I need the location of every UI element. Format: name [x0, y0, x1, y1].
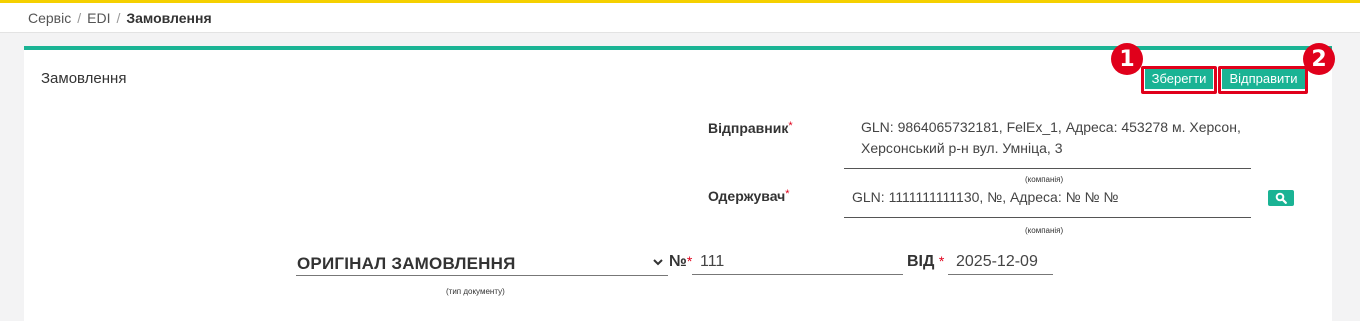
breadcrumb-item-service[interactable]: Сервіс: [28, 10, 71, 26]
receiver-label-text: Одержувач: [708, 188, 786, 204]
breadcrumb-current: Замовлення: [126, 9, 212, 26]
annotation-badge-1: 1: [1111, 43, 1143, 75]
document-type-hint: (тип документу): [446, 287, 505, 296]
receiver-hint: (компанія): [1025, 226, 1064, 235]
required-mark: *: [686, 253, 693, 269]
date-label-text: ВІД: [907, 253, 935, 270]
chevron-down-icon: [653, 259, 663, 266]
number-label: №*: [669, 253, 692, 271]
document-type-underline: [296, 275, 668, 276]
number-underline: [692, 274, 903, 275]
required-mark: *: [785, 188, 790, 200]
document-type-select[interactable]: ОРИГІНАЛ ЗАМОВЛЕННЯ: [297, 254, 667, 276]
annotation-badge-2: 2: [1303, 43, 1335, 75]
sender-underline: [844, 168, 1251, 169]
breadcrumb: Сервіс / EDI / Замовлення: [0, 3, 1360, 33]
send-button[interactable]: Відправити: [1222, 69, 1305, 89]
number-input[interactable]: 111: [700, 253, 724, 271]
required-mark: *: [938, 253, 945, 269]
save-button[interactable]: Зберегти: [1145, 69, 1213, 89]
receiver-label: Одержувач*: [708, 188, 790, 204]
search-icon: [1275, 192, 1287, 204]
date-label: ВІД *: [907, 253, 944, 271]
sender-hint: (компанія): [1025, 175, 1064, 184]
breadcrumb-item-edi[interactable]: EDI: [87, 10, 110, 26]
sender-label-text: Відправник: [708, 120, 789, 136]
sender-line-2: Херсонський р-н вул. Умніца, 3: [861, 140, 1063, 156]
order-panel: Замовлення: [24, 46, 1332, 321]
receiver-field[interactable]: GLN: 1111111111130, №, Адреса: № № №: [852, 187, 1118, 208]
breadcrumb-separator: /: [77, 9, 82, 26]
number-label-text: №: [669, 253, 687, 270]
panel-title: Замовлення: [41, 70, 127, 87]
sender-value: GLN: 9864065732181, FelEx_1, Адреса: 453…: [861, 117, 1241, 159]
breadcrumb-separator: /: [116, 9, 121, 26]
receiver-underline: [844, 217, 1251, 218]
date-input[interactable]: 2025-12-09: [956, 253, 1038, 271]
sender-label: Відправник*: [708, 120, 793, 136]
receiver-search-button[interactable]: [1268, 190, 1294, 206]
date-underline: [948, 274, 1053, 275]
required-mark: *: [788, 120, 793, 132]
sender-line-1: GLN: 9864065732181, FelEx_1, Адреса: 453…: [861, 119, 1241, 135]
